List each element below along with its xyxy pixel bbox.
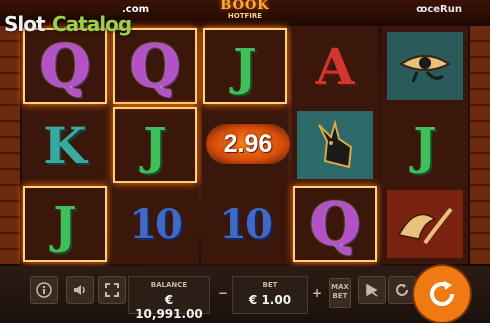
autoplay-icon <box>396 284 408 296</box>
watermark-slot: Slot <box>4 12 46 36</box>
sound-icon <box>74 285 85 295</box>
turbo-button[interactable] <box>358 276 386 304</box>
reel-cell: J <box>23 186 107 262</box>
reel-cell: J <box>113 107 197 183</box>
balance-value: € 10,991.00 <box>135 293 203 321</box>
watermark-com: .com <box>122 4 150 15</box>
reel-1: Q K J <box>22 26 108 264</box>
reel-cell: Q <box>113 28 197 104</box>
balance-field: BALANCE € 10,991.00 <box>128 276 210 321</box>
reel-2: Q J 10 <box>112 26 198 264</box>
reel-cell: 10 <box>203 186 287 262</box>
left-pillar <box>0 26 20 264</box>
autoplay-button[interactable] <box>388 276 416 304</box>
reel-cell: J <box>203 28 287 104</box>
reel-cell: Q <box>293 186 377 262</box>
winged-scarab-icon <box>387 190 463 258</box>
symbol-10: 10 <box>129 200 183 248</box>
spin-button[interactable] <box>414 266 470 322</box>
reel-cell: K <box>23 107 107 183</box>
bet-label: BET <box>262 281 278 289</box>
max-bet-button[interactable]: MAX BET <box>329 278 351 308</box>
spin-icon <box>430 281 454 306</box>
symbol-k: K <box>43 115 87 175</box>
reel-cell <box>383 186 467 262</box>
game-logo: BOOK HOTFIRE <box>200 0 290 24</box>
symbol-j: J <box>53 194 77 254</box>
info-button[interactable] <box>30 276 58 304</box>
reel-cell <box>293 107 377 183</box>
fullscreen-button[interactable] <box>98 276 126 304</box>
win-amount: 2.96 <box>223 129 273 158</box>
reel-cell: A <box>293 28 377 104</box>
bet-decrease-button[interactable]: − <box>218 286 228 300</box>
anubis-icon <box>297 111 373 179</box>
max-bet-label-line1: MAX <box>331 283 349 291</box>
game-stage: BOOK HOTFIRE ꝏceRun Q K J Q J 10 J 10 A <box>0 0 490 323</box>
bet-field: BET € 1.00 <box>232 276 308 314</box>
eye-of-horus-icon <box>387 32 463 100</box>
bet-value: € 1.00 <box>248 293 292 307</box>
win-amount-display: 2.96 <box>206 124 290 164</box>
reel-cell: Q <box>23 28 107 104</box>
balance-label: BALANCE <box>150 281 188 289</box>
reel-4: A Q <box>292 26 378 264</box>
symbol-j: J <box>413 115 437 175</box>
symbol-a: A <box>315 36 355 96</box>
symbol-10: 10 <box>219 200 273 248</box>
sound-button[interactable] <box>66 276 94 304</box>
symbol-j: J <box>143 115 167 175</box>
info-icon <box>36 282 52 298</box>
fullscreen-icon <box>105 283 119 297</box>
max-bet-label-line2: BET <box>332 292 348 300</box>
provider-logo: ꝏceRun <box>416 4 462 15</box>
game-logo-title: BOOK <box>220 0 270 13</box>
reel-5: J <box>382 26 468 264</box>
reel-cell: J <box>383 107 467 183</box>
reel-cell: 10 <box>113 186 197 262</box>
symbol-q: Q <box>129 32 181 100</box>
watermark-catalog: Catalog <box>52 12 132 36</box>
symbol-q: Q <box>39 32 91 100</box>
reel-cell <box>383 28 467 104</box>
bet-increase-button[interactable]: + <box>312 286 322 300</box>
symbol-j: J <box>233 36 257 96</box>
game-logo-subtitle: HOTFIRE <box>227 12 263 20</box>
symbol-q: Q <box>309 190 361 258</box>
turbo-icon <box>366 283 378 297</box>
right-pillar <box>470 26 490 264</box>
